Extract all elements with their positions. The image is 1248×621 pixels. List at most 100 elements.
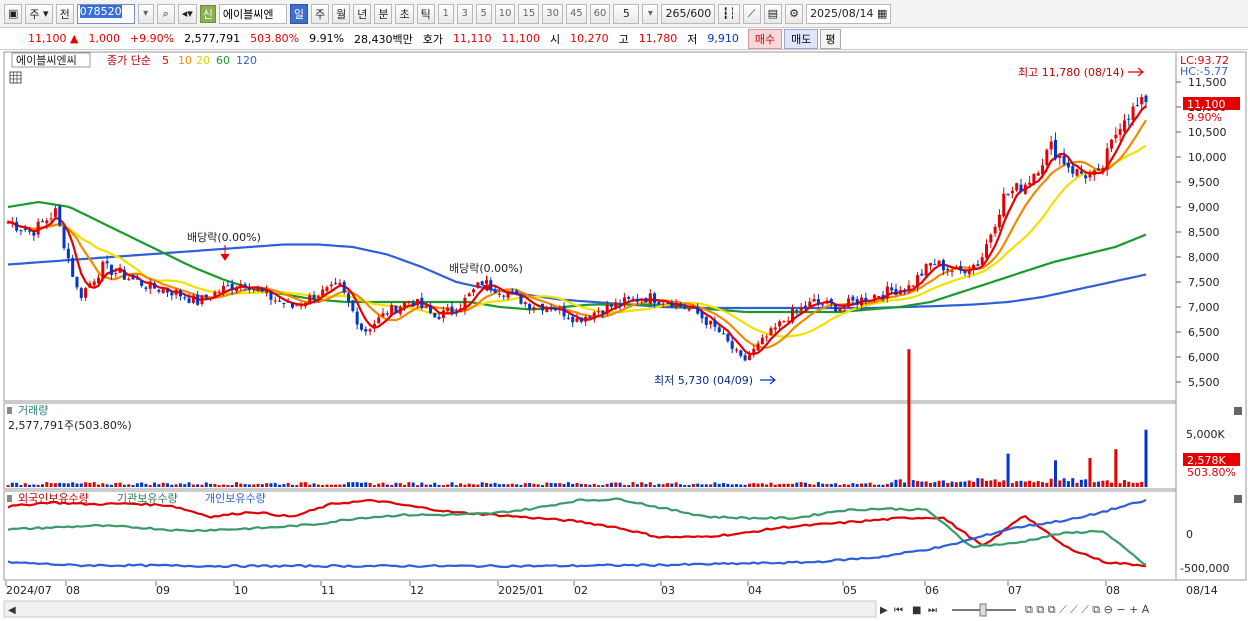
- holdings-panel-close-icon[interactable]: [1234, 495, 1242, 503]
- layout-tools-icon[interactable]: ⧉ ⧉ ⧉ ⟋ ⟋ ⟋ ⧉ ⊖ − + A: [1025, 603, 1150, 616]
- legend-ma60: 60: [216, 54, 230, 67]
- candle-body: [1118, 129, 1122, 135]
- stock-code-input[interactable]: 078520: [76, 3, 135, 24]
- volume-bar: [829, 484, 833, 487]
- calendar-icon[interactable]: ▦: [877, 7, 887, 20]
- period-year[interactable]: 년: [353, 3, 372, 24]
- candle-body: [885, 286, 889, 299]
- volume-bar: [1071, 478, 1075, 487]
- candle-body: [648, 293, 652, 304]
- count-input[interactable]: 265/600: [661, 3, 716, 24]
- step-10[interactable]: 10: [494, 3, 516, 24]
- volume-bar: [730, 484, 734, 487]
- volume-bar: [838, 484, 842, 487]
- volume-bar: [252, 484, 256, 487]
- volume-bar: [1101, 480, 1105, 487]
- x-tick-label: 09: [156, 584, 170, 597]
- stock-name-field[interactable]: 에이블씨엔: [218, 3, 287, 24]
- candle-body: [459, 308, 463, 313]
- volume-bar: [454, 485, 458, 487]
- period-second[interactable]: 초: [395, 3, 414, 24]
- candle-body: [579, 317, 583, 322]
- volume-panel[interactable]: [3, 402, 1177, 490]
- horizontal-scrollbar[interactable]: [3, 600, 877, 618]
- volume-bar: [377, 483, 381, 487]
- volume-bar: [972, 481, 976, 487]
- chart-area[interactable]: 5,500 6,000 6,500 7,000 7,500 8,000 8,500 9,000…: [0, 50, 1248, 621]
- dividend-annotation-2: 배당락(0.00%): [449, 262, 523, 275]
- screen-menu-icon[interactable]: ▣: [4, 3, 23, 24]
- candle-body: [566, 317, 570, 319]
- step-60[interactable]: 60: [589, 3, 611, 24]
- prev-button[interactable]: 전: [55, 3, 74, 24]
- volume-bar: [291, 484, 294, 487]
- sell-button[interactable]: 매도: [784, 28, 819, 49]
- candle-body: [217, 291, 221, 293]
- volume-bar: [92, 482, 96, 487]
- up-arrow-icon: ▲: [70, 32, 79, 45]
- go-first-icon[interactable]: ⏮: [894, 605, 903, 616]
- volume-panel-close-icon[interactable]: [1234, 407, 1242, 415]
- save-icon[interactable]: ▤: [763, 3, 783, 24]
- speaker-icon[interactable]: ◂▾: [177, 3, 197, 24]
- volume-bar: [847, 484, 851, 487]
- volume-bar: [75, 483, 79, 487]
- scroll-right-icon[interactable]: ▶: [880, 605, 888, 616]
- zoom-slider-handle[interactable]: [979, 603, 987, 617]
- volume-bar: [433, 482, 437, 487]
- market-select[interactable]: 주 ▾: [25, 3, 53, 24]
- step-15[interactable]: 15: [518, 3, 540, 24]
- buy-button[interactable]: 매수: [747, 28, 783, 49]
- go-last-icon[interactable]: ⏭: [928, 605, 937, 616]
- candle-body: [851, 296, 855, 301]
- candle-body: [1053, 139, 1057, 159]
- candle-body: [338, 282, 342, 285]
- volume-bar: [558, 483, 562, 487]
- period-minute[interactable]: 분: [374, 3, 393, 24]
- stop-icon[interactable]: ■: [912, 605, 921, 616]
- settings-gear-icon[interactable]: ⚙: [785, 3, 804, 24]
- step-45[interactable]: 45: [565, 3, 587, 24]
- candle-type-icon[interactable]: ┇┆: [718, 3, 740, 24]
- step-1[interactable]: 1: [437, 3, 454, 24]
- step-3[interactable]: 3: [456, 3, 473, 24]
- grid-toggle-icon[interactable]: [9, 71, 22, 84]
- volume-bar: [911, 480, 915, 487]
- volume-bar: [226, 485, 230, 487]
- code-dropdown-icon[interactable]: ▾: [137, 3, 154, 24]
- period-day[interactable]: 일: [289, 3, 308, 24]
- volume-bar: [338, 484, 342, 487]
- x-tick-label: 04: [748, 584, 762, 597]
- step-5[interactable]: 5: [475, 3, 492, 24]
- volume-bar: [174, 484, 178, 487]
- average-button[interactable]: 평: [820, 28, 841, 49]
- volume-bar: [631, 482, 635, 487]
- volume-bar: [131, 484, 135, 487]
- candle-body: [678, 303, 682, 307]
- step-value-input[interactable]: 5: [613, 3, 640, 24]
- new-badge[interactable]: 신: [199, 4, 216, 23]
- date-input[interactable]: 2025/08/14 ▦: [806, 3, 892, 24]
- candle-body: [571, 316, 575, 323]
- period-week[interactable]: 주: [310, 3, 330, 24]
- candle-body: [713, 320, 717, 327]
- step-30[interactable]: 30: [542, 3, 563, 24]
- candle-body: [855, 299, 859, 305]
- volume-bar: [1062, 478, 1066, 487]
- step-dropdown-icon[interactable]: ▾: [642, 3, 659, 24]
- scroll-left-icon[interactable]: ◀: [8, 605, 16, 616]
- volume-bar: [165, 483, 169, 487]
- candle-body: [890, 287, 894, 291]
- search-icon[interactable]: ⌕: [156, 3, 175, 24]
- candle-body: [144, 287, 148, 289]
- x-tick-label: 08: [66, 584, 80, 597]
- y-tick-label: 9,000: [1188, 201, 1220, 214]
- period-tick[interactable]: 틱: [416, 3, 435, 24]
- candle-body: [1110, 139, 1114, 149]
- volume-bar: [385, 484, 389, 487]
- period-month[interactable]: 월: [332, 3, 351, 24]
- draw-tool-icon[interactable]: ⟋: [742, 3, 761, 24]
- candle-body: [696, 306, 700, 314]
- candle-body: [325, 287, 329, 291]
- legend-ma10: 10: [178, 54, 192, 67]
